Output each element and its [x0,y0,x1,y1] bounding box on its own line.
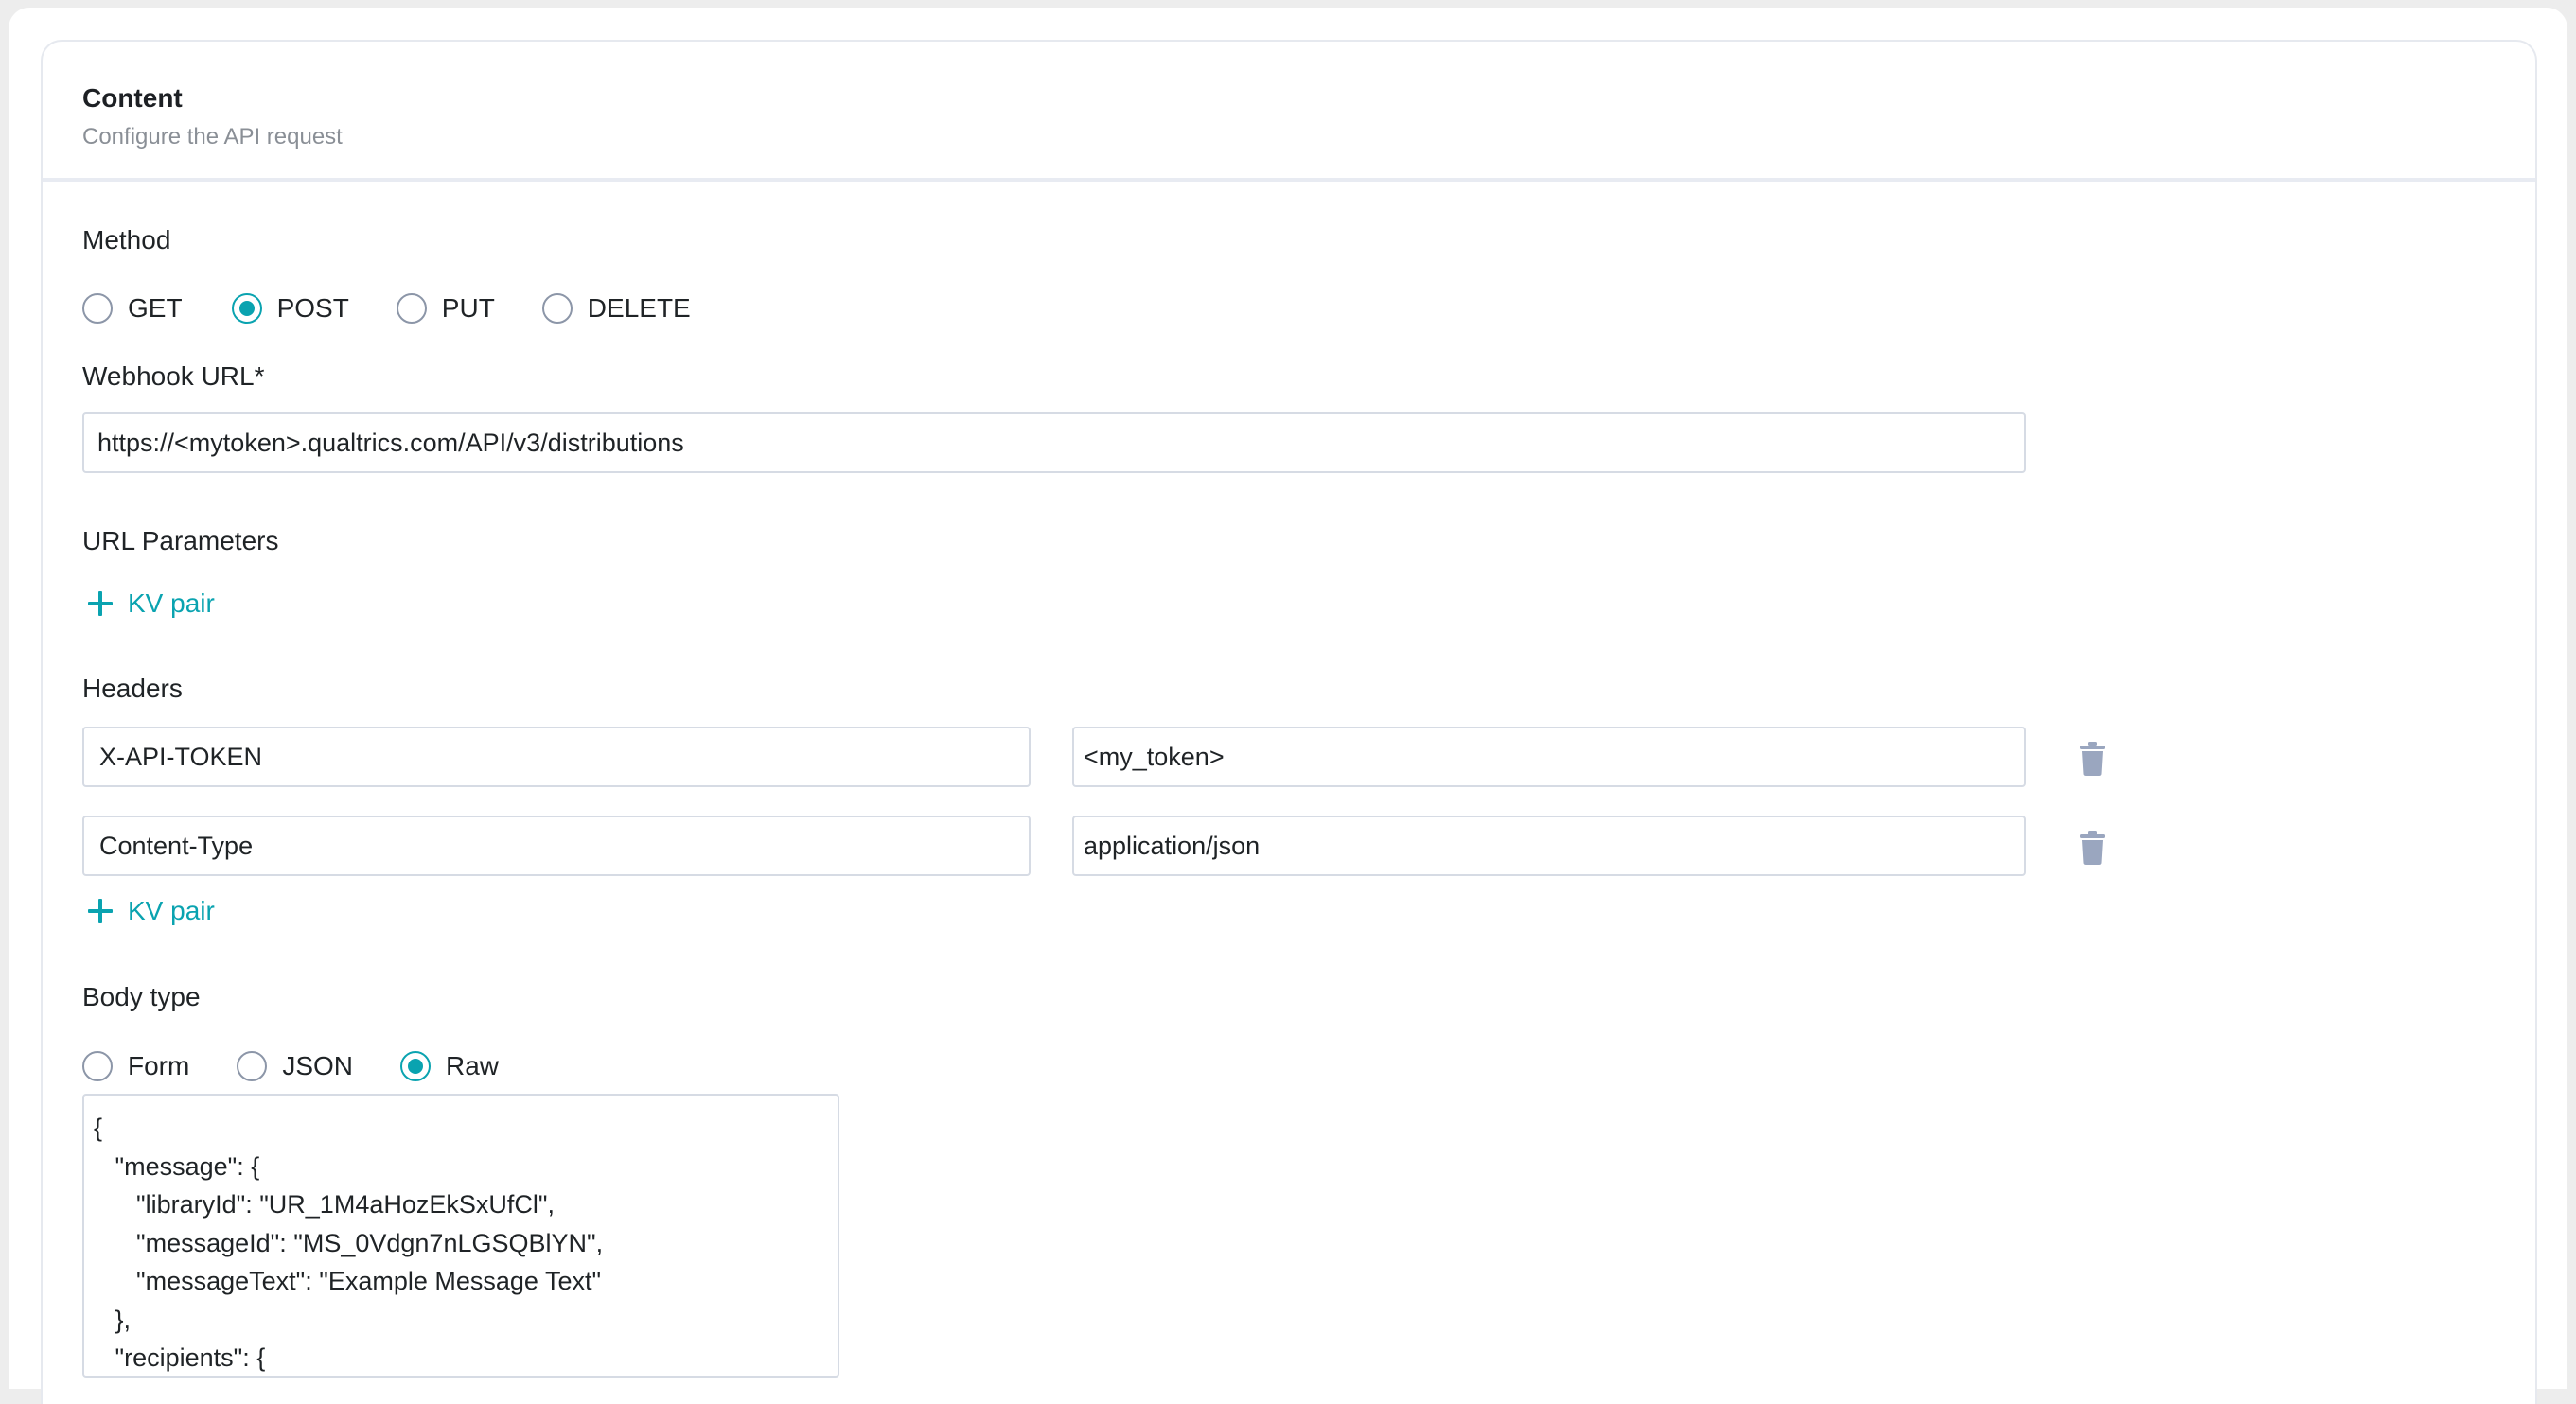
plus-icon [88,899,113,923]
header-value-input[interactable] [1072,816,2026,876]
method-option-delete[interactable]: DELETE [541,293,691,324]
radio-label: Form [128,1051,190,1080]
method-option-post[interactable]: POST [231,293,349,324]
content-card: Content Configure the API request Method… [9,8,2567,1404]
radio-circle-icon[interactable] [82,293,113,324]
header-key-input[interactable] [82,727,1031,787]
radio-circle-icon[interactable] [396,293,427,324]
radio-checked-icon[interactable] [231,293,262,324]
section-header: Content Configure the API request [43,42,2535,182]
radio-label: DELETE [587,293,691,323]
radio-circle-icon[interactable] [82,1051,113,1081]
body-type-option-json[interactable]: JSON [237,1051,353,1081]
body-type-option-form[interactable]: Form [82,1051,189,1081]
add-kv-pair-label: KV pair [128,588,215,618]
radio-circle-icon[interactable] [541,293,573,324]
radio-checked-icon[interactable] [400,1051,432,1081]
webhook-url-input[interactable] [82,412,2026,473]
body-raw-text[interactable]: { "message": { "libraryId": "UR_1M4aHozE… [84,1096,838,1376]
body-type-radio-group: Form JSON Raw [82,1047,499,1085]
add-kv-pair-label: KV pair [128,896,215,925]
radio-label: GET [128,293,183,323]
body-type-label: Body type [82,982,201,1011]
content-section: Content Configure the API request Method… [41,40,2537,1404]
add-url-parameter-button[interactable]: KV pair [88,588,215,619]
section-title: Content [82,83,183,113]
webhook-url-label: Webhook URL* [82,361,265,391]
method-label: Method [82,225,171,254]
section-subtitle: Configure the API request [82,124,343,149]
method-option-get[interactable]: GET [82,293,183,324]
method-radio-group: GET POST PUT DELETE [82,290,691,327]
headers-label: Headers [82,674,183,703]
radio-circle-icon[interactable] [237,1051,268,1081]
radio-label: Raw [446,1051,500,1080]
plus-icon [88,591,113,616]
page: Content Configure the API request Method… [0,0,2576,1404]
radio-label: PUT [441,293,495,323]
header-key-input[interactable] [82,816,1031,876]
header-value-input[interactable] [1072,727,2026,787]
url-parameters-label: URL Parameters [82,526,279,555]
radio-label: JSON [282,1051,354,1080]
add-header-button[interactable]: KV pair [88,896,215,926]
radio-label: POST [276,293,349,323]
trash-icon[interactable] [2079,831,2106,865]
body-raw-editor[interactable]: { "message": { "libraryId": "UR_1M4aHozE… [82,1094,839,1378]
trash-icon[interactable] [2079,742,2106,776]
body-type-option-raw[interactable]: Raw [400,1051,499,1081]
method-option-put[interactable]: PUT [396,293,495,324]
